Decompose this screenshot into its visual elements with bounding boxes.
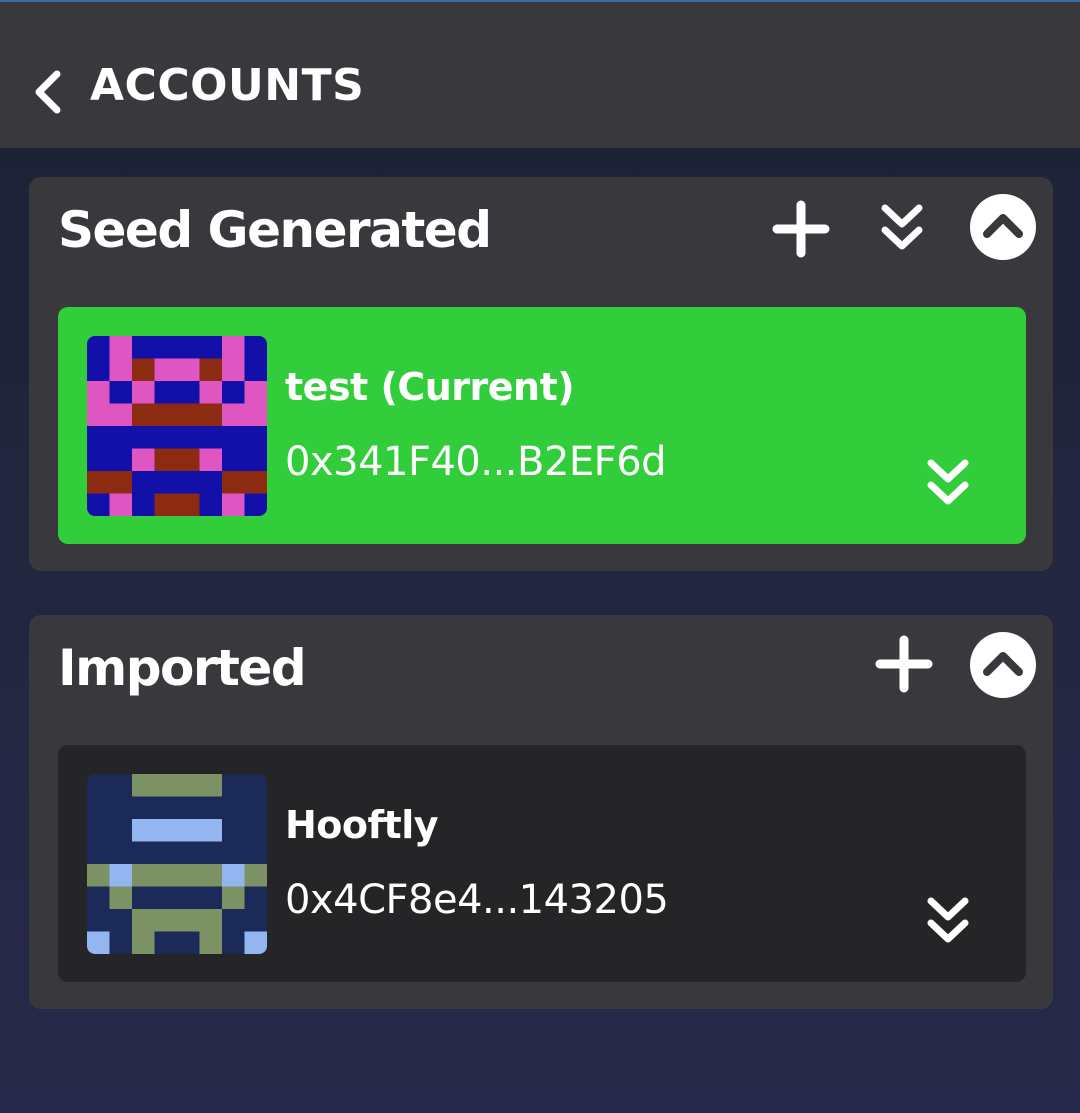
plus-icon — [875, 635, 933, 693]
account-card[interactable]: Hooftly 0x4CF8e4...143205 — [58, 745, 1026, 982]
account-name: Hooftly — [285, 803, 439, 847]
back-button[interactable] — [26, 66, 70, 118]
add-account-button[interactable] — [873, 633, 935, 695]
group-title: Seed Generated — [58, 201, 492, 259]
chevron-up-circle-icon — [970, 632, 1036, 698]
account-identicon — [87, 774, 267, 954]
account-expand-button[interactable] — [922, 455, 974, 511]
add-account-button[interactable] — [771, 199, 831, 259]
collapse-group-button[interactable] — [969, 193, 1037, 261]
account-expand-button[interactable] — [922, 893, 974, 949]
plus-icon — [772, 200, 830, 258]
double-chevron-down-icon — [927, 459, 969, 505]
account-name: test (Current) — [285, 365, 575, 409]
account-card-current[interactable]: test (Current) 0x341F40...B2EF6d — [58, 307, 1026, 544]
app-header: ACCOUNTS — [0, 2, 1080, 148]
collapse-group-button[interactable] — [969, 631, 1037, 699]
account-group-imported: Imported Hooftly 0x4CF8e4...143205 — [29, 615, 1053, 1009]
chevron-left-icon — [35, 70, 61, 114]
double-chevron-down-icon — [881, 204, 923, 250]
account-address: 0x4CF8e4...143205 — [285, 877, 669, 923]
chevron-up-circle-icon — [970, 194, 1036, 260]
account-group-seed-generated: Seed Generated test (Current) 0x341F40..… — [29, 177, 1053, 571]
account-address: 0x341F40...B2EF6d — [285, 439, 667, 485]
expand-all-button[interactable] — [877, 199, 927, 257]
group-title: Imported — [58, 639, 307, 697]
double-chevron-down-icon — [927, 897, 969, 943]
page-title: ACCOUNTS — [90, 60, 365, 111]
account-identicon — [87, 336, 267, 516]
